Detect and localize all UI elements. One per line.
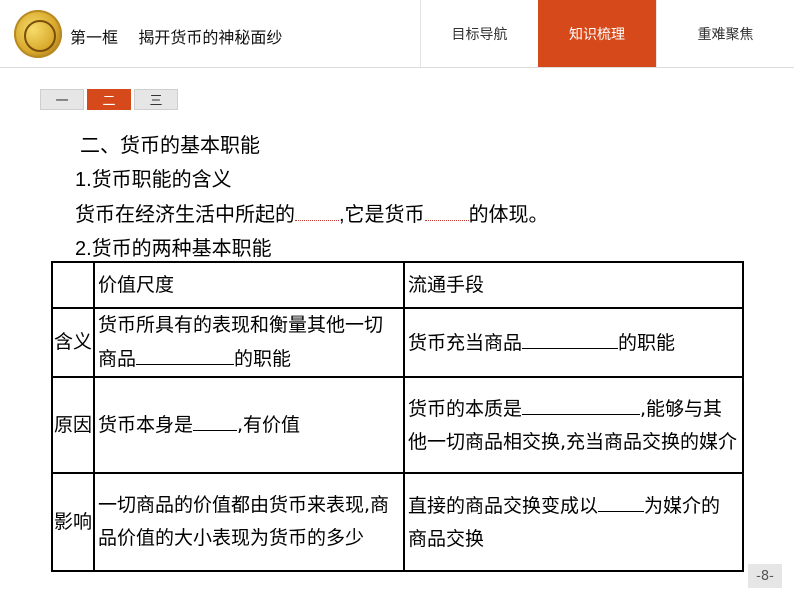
table-row: 原因 货币本身是 ,有价值 货币的本质是 ,能够与其他一切商品相交换,充当商品交换的… <box>51 376 744 474</box>
school-logo-icon <box>14 10 62 58</box>
section-heading: 二、货币的基本职能 <box>80 135 260 157</box>
definition-line: 货币在经济生活中所起的 ,它是货币 的体现。 <box>75 198 549 227</box>
cell-text: ,有价值 <box>237 414 301 436</box>
section-tabs: 一 二 三 <box>40 89 181 110</box>
section-tab-2[interactable]: 二 <box>87 89 131 110</box>
table-cell: 货币本身是 ,有价值 <box>93 376 405 474</box>
column-header-value-measure: 价值尺度 <box>93 261 405 309</box>
table-row: 影响 一切商品的价值都由货币来表现,商品价值的大小表现为货币的多少 直接的商品交… <box>51 472 744 572</box>
table-cell: 货币充当商品 的职能 <box>403 307 744 378</box>
cell-text: 货币本身是 <box>98 414 194 436</box>
row-header-influence: 影响 <box>51 472 95 572</box>
table-corner-cell <box>51 261 95 309</box>
tab-knowledge-review[interactable]: 知识梳理 <box>538 0 656 68</box>
fill-blank <box>522 392 641 415</box>
cell-text: 的职能 <box>234 348 292 370</box>
row-header-meaning: 含义 <box>51 307 95 378</box>
subheading-1: 1.货币职能的含义 <box>75 169 232 191</box>
tab-key-difficulties[interactable]: 重难聚焦 <box>656 0 794 68</box>
page-number: -8- <box>748 564 782 588</box>
header-divider <box>0 67 794 68</box>
table-row: 含义 货币所具有的表现和衡量其他一切商品 的职能 货币充当商品 的职能 <box>51 307 744 378</box>
fill-blank <box>136 342 235 365</box>
section-tab-1[interactable]: 一 <box>40 89 84 110</box>
table-header-row: 价值尺度 流通手段 <box>51 261 744 309</box>
cell-text: 货币的本质是 <box>408 397 523 420</box>
lesson-title: 第一框 揭开货币的神秘面纱 <box>70 28 283 47</box>
definition-text-b: ,它是货币 <box>339 204 425 226</box>
section-tab-3[interactable]: 三 <box>134 89 178 110</box>
cell-text: 的职能 <box>618 331 676 354</box>
cell-text: 一切商品的价值都由货币来表现,商品价值的大小表现为货币的多少 <box>98 494 390 549</box>
cell-text: 直接的商品交换变成以 <box>408 494 599 517</box>
definition-text-c: 的体现。 <box>468 204 549 226</box>
table-cell: 一切商品的价值都由货币来表现,商品价值的大小表现为货币的多少 <box>93 472 405 572</box>
tab-target-navigation[interactable]: 目标导航 <box>420 0 538 68</box>
subheading-2: 2.货币的两种基本职能 <box>75 238 272 260</box>
column-header-circulation: 流通手段 <box>403 261 744 309</box>
fill-blank <box>598 489 645 512</box>
table-cell: 货币的本质是 ,能够与其他一切商品相交换,充当商品交换的媒介 <box>403 376 744 474</box>
table-cell: 货币所具有的表现和衡量其他一切商品 的职能 <box>93 307 405 378</box>
functions-table: 价值尺度 流通手段 含义 货币所具有的表现和衡量其他一切商品 的职能 货币充当商品… <box>51 261 744 572</box>
header-bar: 第一框 揭开货币的神秘面纱 目标导航 知识梳理 重难聚焦 <box>0 0 794 68</box>
fill-blank <box>522 326 619 349</box>
fill-blank-1 <box>295 202 339 221</box>
cell-text: 货币充当商品 <box>408 331 523 354</box>
definition-text-a: 货币在经济生活中所起的 <box>75 204 295 226</box>
fill-blank-2 <box>424 202 469 221</box>
fill-blank <box>193 408 238 431</box>
table-cell: 直接的商品交换变成以 为媒介的商品交换 <box>403 472 744 572</box>
row-header-reason: 原因 <box>51 376 95 474</box>
